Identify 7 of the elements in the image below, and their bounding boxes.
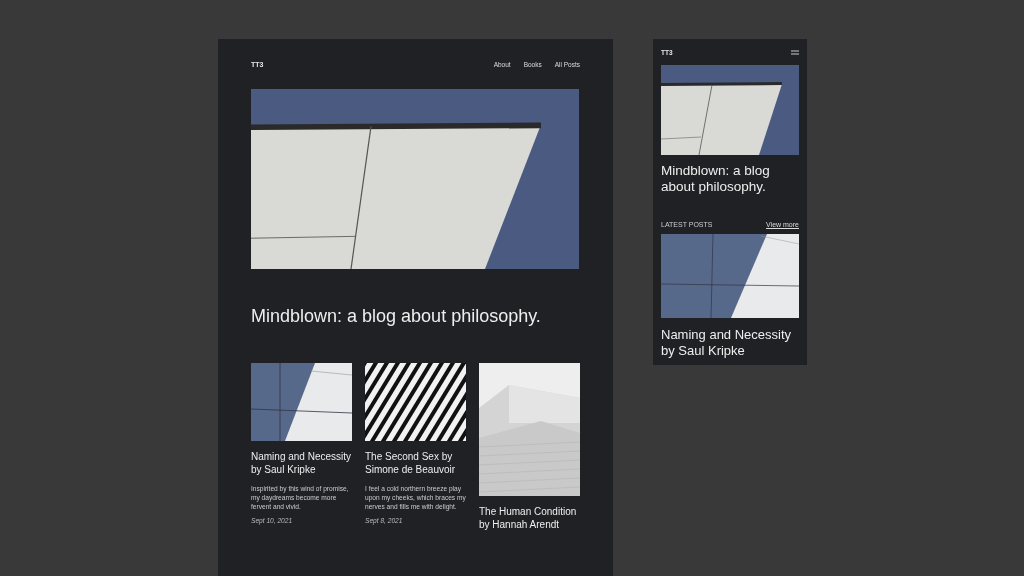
post-title[interactable]: Naming and Necessity by Saul Kripke (661, 327, 799, 359)
post-title[interactable]: The Second Sex by Simone de Beauvoir (365, 450, 466, 476)
menu-icon[interactable] (791, 49, 799, 55)
post-title[interactable]: Naming and Necessity by Saul Kripke (251, 450, 352, 476)
post-title[interactable]: The Human Condition by Hannah Arendt (479, 505, 580, 531)
blog-heading: Mindblown: a blog about philosophy. (251, 305, 542, 327)
blog-heading: Mindblown: a blog about philosophy. (661, 163, 771, 195)
